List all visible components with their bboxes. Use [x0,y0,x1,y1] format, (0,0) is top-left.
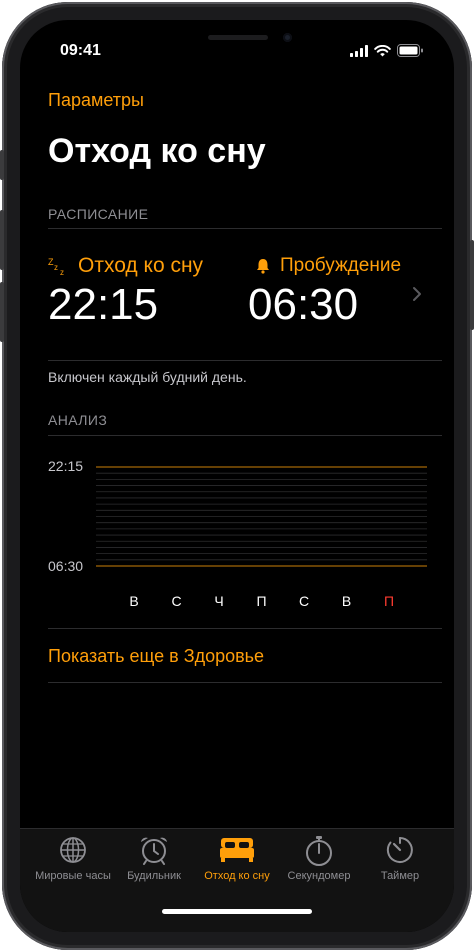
volume-up-button [0,210,4,270]
schedule-section-label: РАСПИСАНИЕ [48,206,149,222]
chart-bottom-label: 06:30 [48,558,84,574]
tab-label: Секундомер [287,870,351,882]
volume-down-button [0,282,4,342]
tab-label: Таймер [380,870,420,882]
globe-icon [60,837,86,863]
back-button[interactable]: Параметры [48,90,144,111]
chart-top-label: 22:15 [48,458,84,474]
analysis-section-label: АНАЛИЗ [48,412,108,428]
front-camera [283,33,292,42]
tab-timer[interactable]: Таймер [357,829,443,899]
weekday-label: В [341,593,352,609]
bell-icon [257,259,269,274]
home-indicator[interactable] [162,909,312,914]
weekday-label: Ч [214,593,224,609]
mute-switch [0,150,4,180]
tab-alarm[interactable]: Будильник [111,829,197,899]
wifi-icon [374,44,391,56]
chevron-right-icon [413,287,421,301]
svg-text:z: z [60,268,64,277]
alarm-clock-icon [141,837,167,865]
schedule-note: Включен каждый будний день. [48,369,247,385]
weekday-label: П [383,593,395,609]
tab-world-clock[interactable]: Мировые часы [30,829,116,899]
show-in-health-link[interactable]: Показать еще в Здоровье [48,646,264,667]
wake-label-group: Пробуждение [254,255,401,277]
status-icons [350,44,424,57]
divider [48,682,442,683]
tab-label: Отход ко сну [204,870,270,882]
status-time: 09:41 [60,42,101,59]
weekday-label: П [256,593,267,609]
wake-time: 06:30 [248,280,359,329]
divider [48,360,442,361]
page-title: Отход ко сну [48,132,266,170]
sleep-chart [96,466,427,567]
bed-icon [220,838,254,862]
side-button [470,240,474,330]
bedtime-label-group: Z z z Отход ко сну [48,254,203,278]
weekday-label: С [171,593,182,609]
divider [48,435,442,436]
speaker-grille [208,35,268,40]
svg-text:z: z [54,263,58,272]
tab-bar: Мировые часы Будильник Отход ко сну Секу… [20,828,454,932]
divider [48,628,442,629]
signal-icon [350,44,368,57]
phone-screen: 09:41 Параметры Отход ко сну РАСПИСАНИЕ … [20,20,454,932]
tab-label: Мировые часы [35,870,111,882]
weekday-label: В [129,593,139,609]
bedtime-label: Отход ко сну [78,254,204,277]
timer-icon [386,837,413,863]
battery-icon [397,44,423,57]
zzz-icon: Z z z [48,257,64,277]
weekday-label: С [298,593,310,609]
stopwatch-icon [306,836,332,866]
bedtime-time: 22:15 [48,280,159,329]
tab-stopwatch[interactable]: Секундомер [276,829,362,899]
divider [48,228,442,229]
wake-label: Пробуждение [280,255,402,276]
tab-label: Будильник [127,870,181,882]
tab-bedtime[interactable]: Отход ко сну [194,829,280,899]
